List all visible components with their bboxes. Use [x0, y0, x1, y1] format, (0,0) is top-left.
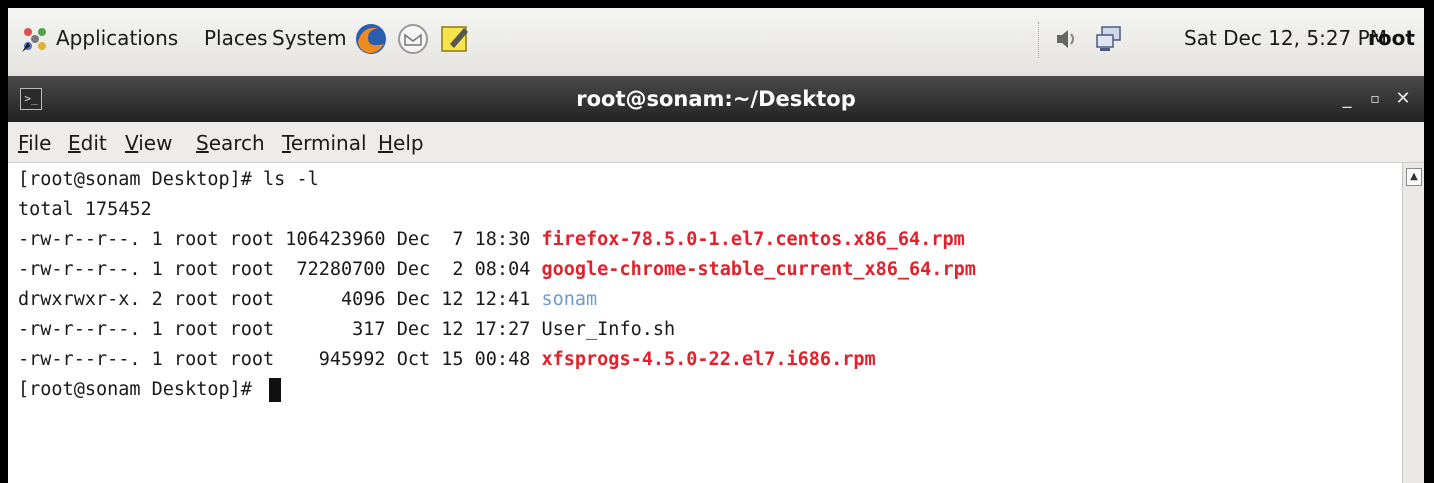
command: ls -l: [263, 169, 319, 190]
command-line: [root@sonam Desktop]# ls -l: [18, 165, 319, 195]
list-item: drwxrwxr-x. 2 root root 4096 Dec 12 12:4…: [18, 285, 597, 315]
entry-meta: -rw-r--r--. 1 root root 72280700 Dec 2 0…: [18, 259, 542, 280]
list-item: -rw-r--r--. 1 root root 72280700 Dec 2 0…: [18, 255, 976, 285]
firefox-icon[interactable]: [354, 22, 388, 56]
vertical-scrollbar[interactable]: ▲: [1402, 163, 1424, 483]
screen: Applications Places System Sat Dec 12, 5…: [8, 8, 1424, 483]
volume-icon[interactable]: [1052, 24, 1082, 54]
applications-icon[interactable]: [20, 24, 50, 54]
panel-clock[interactable]: Sat Dec 12, 5:27 PM: [1184, 26, 1387, 50]
list-item: -rw-r--r--. 1 root root 945992 Oct 15 00…: [18, 345, 876, 375]
total-line: total 175452: [18, 199, 152, 220]
entry-name: User_Info.sh: [541, 319, 676, 340]
menu-file[interactable]: File: [18, 131, 51, 155]
maximize-button[interactable]: ▫: [1362, 86, 1388, 112]
minimize-button[interactable]: _: [1334, 86, 1360, 112]
menu-view[interactable]: View: [125, 131, 172, 155]
menu-edit[interactable]: Edit: [68, 131, 107, 155]
window-titlebar[interactable]: >_ root@sonam:~/Desktop _ ▫ ✕: [8, 76, 1424, 122]
mail-icon[interactable]: [396, 22, 430, 56]
current-prompt-line: [root@sonam Desktop]#: [18, 375, 282, 405]
scroll-up-button[interactable]: ▲: [1406, 168, 1422, 186]
list-item: -rw-r--r--. 1 root root 106423960 Dec 7 …: [18, 225, 965, 255]
entry-name: xfsprogs-4.5.0-22.el7.i686.rpm: [541, 349, 876, 370]
top-panel: Applications Places System Sat Dec 12, 5…: [8, 8, 1424, 77]
menu-help[interactable]: Help: [378, 131, 424, 155]
menu-search[interactable]: Search: [196, 131, 265, 155]
entry-name: google-chrome-stable_current_x86_64.rpm: [541, 259, 976, 280]
panel-separator: [1038, 22, 1041, 58]
list-item: -rw-r--r--. 1 root root 317 Dec 12 17:27…: [18, 315, 675, 345]
prompt: [root@sonam Desktop]#: [18, 169, 264, 190]
network-icon[interactable]: [1094, 24, 1124, 54]
notes-icon[interactable]: [438, 22, 472, 56]
panel-user[interactable]: root: [1368, 26, 1415, 50]
entry-meta: -rw-r--r--. 1 root root 945992 Oct 15 00…: [18, 349, 542, 370]
close-button[interactable]: ✕: [1390, 86, 1416, 112]
window-title: root@sonam:~/Desktop: [576, 87, 856, 111]
entry-name: sonam: [541, 289, 598, 310]
text-cursor: [269, 378, 282, 402]
entry-name: firefox-78.5.0-1.el7.centos.x86_64.rpm: [541, 229, 965, 250]
panel-menu-system[interactable]: System: [272, 26, 347, 50]
menu-terminal[interactable]: Terminal: [282, 131, 367, 155]
prompt: [root@sonam Desktop]#: [18, 379, 264, 400]
menu-bar: File Edit View Search Terminal Help: [8, 122, 1424, 163]
panel-menu-applications[interactable]: Applications: [56, 26, 178, 50]
entry-meta: drwxrwxr-x. 2 root root 4096 Dec 12 12:4…: [18, 289, 542, 310]
panel-menu-places[interactable]: Places: [204, 26, 268, 50]
terminal-output[interactable]: [root@sonam Desktop]# ls -l total 175452…: [8, 163, 1402, 483]
entry-meta: -rw-r--r--. 1 root root 317 Dec 12 17:27: [18, 319, 542, 340]
entry-meta: -rw-r--r--. 1 root root 106423960 Dec 7 …: [18, 229, 542, 250]
